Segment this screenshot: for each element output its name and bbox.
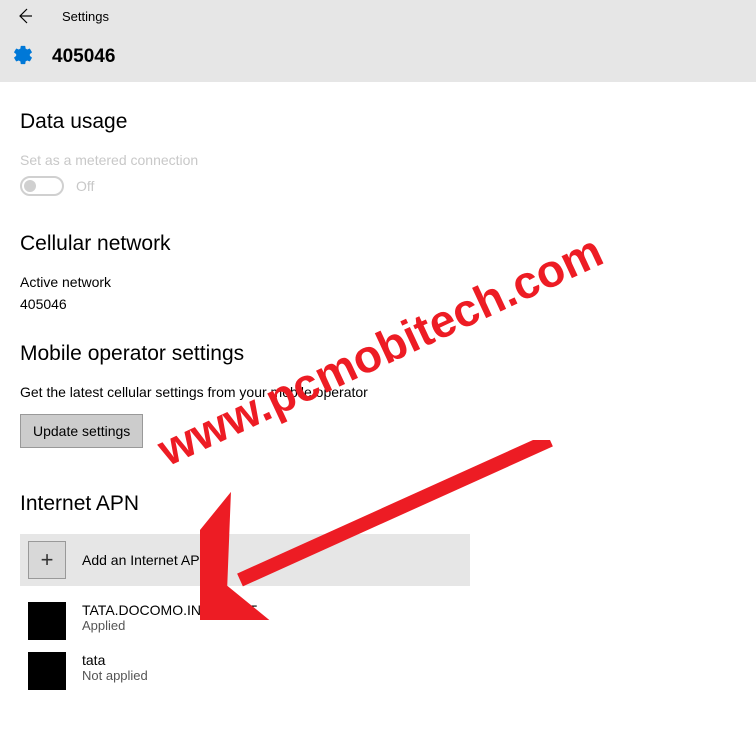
toggle-knob xyxy=(24,180,36,192)
apn-item-icon xyxy=(28,652,66,690)
add-internet-apn-button[interactable]: + Add an Internet APN xyxy=(20,534,470,586)
plus-icon: + xyxy=(28,541,66,579)
apn-item-name: TATA.DOCOMO.INTERNET xyxy=(82,602,257,618)
update-settings-button[interactable]: Update settings xyxy=(20,414,143,448)
cellular-network-heading: Cellular network xyxy=(20,232,736,256)
active-network-label: Active network xyxy=(20,274,736,290)
metered-connection-label: Set as a metered connection xyxy=(20,152,736,168)
metered-toggle-state: Off xyxy=(76,178,94,194)
back-button[interactable] xyxy=(14,6,34,26)
add-apn-label: Add an Internet APN xyxy=(82,552,210,568)
apn-list-item[interactable]: tata Not applied xyxy=(20,646,470,696)
active-network-value: 405046 xyxy=(20,296,736,312)
apn-item-name: tata xyxy=(82,652,148,668)
data-usage-heading: Data usage xyxy=(20,110,736,134)
internet-apn-heading: Internet APN xyxy=(20,492,736,516)
apn-list-item[interactable]: TATA.DOCOMO.INTERNET Applied xyxy=(20,596,470,646)
operator-settings-description: Get the latest cellular settings from yo… xyxy=(20,384,736,400)
apn-item-icon xyxy=(28,602,66,640)
metered-toggle[interactable] xyxy=(20,176,64,196)
header-title: Settings xyxy=(62,9,109,24)
network-id-label: 405046 xyxy=(52,46,115,68)
apn-item-status: Applied xyxy=(82,618,257,633)
apn-item-status: Not applied xyxy=(82,668,148,683)
operator-settings-heading: Mobile operator settings xyxy=(20,342,736,366)
gear-icon xyxy=(12,44,34,71)
window-header: Settings 405046 xyxy=(0,0,756,82)
back-arrow-icon xyxy=(15,7,33,25)
